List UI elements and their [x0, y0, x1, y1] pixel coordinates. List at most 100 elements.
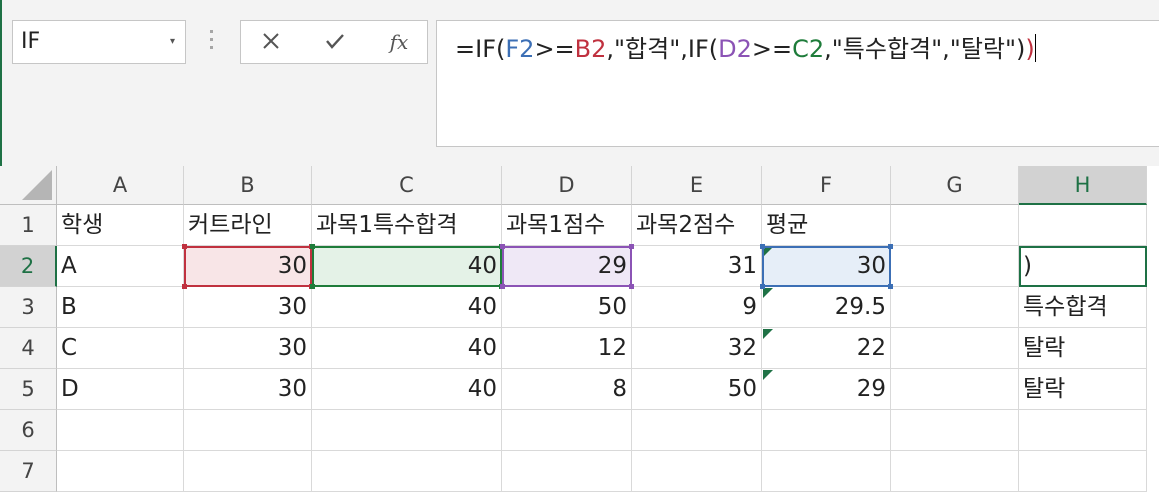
cell-value: 평균 — [766, 212, 809, 238]
row-header-1[interactable]: 1 — [0, 205, 57, 246]
column-header-b[interactable]: B — [184, 166, 312, 205]
row-header-4[interactable]: 4 — [0, 328, 57, 369]
cell-h5[interactable]: 탈락 — [1019, 369, 1147, 410]
cell-a2[interactable]: A — [57, 246, 184, 287]
cell-a1[interactable]: 학생 — [57, 205, 184, 246]
cell-h4[interactable]: 탈락 — [1019, 328, 1147, 369]
column-header-c[interactable]: C — [312, 166, 502, 205]
cell-c4[interactable]: 40 — [312, 328, 502, 369]
cell-a3[interactable]: B — [57, 287, 184, 328]
cell-c5[interactable]: 40 — [312, 369, 502, 410]
cell-value: 40 — [467, 376, 497, 402]
column-header-d[interactable]: D — [502, 166, 632, 205]
cell-g4[interactable] — [891, 328, 1019, 369]
cell-a7[interactable] — [57, 451, 184, 492]
row-header-6[interactable]: 6 — [0, 410, 57, 451]
cell-d2[interactable]: 29 — [502, 246, 632, 287]
formula-part: >= — [751, 35, 793, 63]
cell-g1[interactable] — [891, 205, 1019, 246]
column-header-a[interactable]: A — [57, 166, 184, 205]
cell-c7[interactable] — [312, 451, 502, 492]
name-box[interactable]: IF ▾ — [12, 20, 186, 64]
cell-d1[interactable]: 과목1점수 — [502, 205, 632, 246]
cell-e6[interactable] — [632, 410, 762, 451]
cell-g6[interactable] — [891, 410, 1019, 451]
insert-function-icon[interactable]: fx — [377, 21, 421, 63]
cell-b1[interactable]: 커트라인 — [184, 205, 312, 246]
chevron-down-icon[interactable]: ▾ — [170, 21, 175, 63]
cell-b5[interactable]: 30 — [184, 369, 312, 410]
formula-part: B2 — [574, 35, 607, 63]
select-all-corner[interactable] — [0, 166, 57, 205]
column-header-g[interactable]: G — [891, 166, 1019, 205]
cell-h3[interactable]: 특수합격 — [1019, 287, 1147, 328]
cell-g2[interactable] — [891, 246, 1019, 287]
name-box-value: IF — [21, 29, 41, 54]
cell-b3[interactable]: 30 — [184, 287, 312, 328]
formula-buttons: fx — [240, 20, 428, 64]
cell-value: ) — [1023, 253, 1032, 279]
cell-e2[interactable]: 31 — [632, 246, 762, 287]
cell-b7[interactable] — [184, 451, 312, 492]
cell-f5[interactable]: 29 — [762, 369, 891, 410]
cell-f1[interactable]: 평균 — [762, 205, 891, 246]
row-header-7[interactable]: 7 — [0, 451, 57, 492]
cell-h6[interactable] — [1019, 410, 1147, 451]
cell-e1[interactable]: 과목2점수 — [632, 205, 762, 246]
cell-value: 32 — [727, 335, 757, 361]
error-indicator-icon[interactable] — [763, 247, 773, 257]
cell-value: C — [61, 335, 78, 361]
error-indicator-icon[interactable] — [763, 329, 773, 339]
cell-g3[interactable] — [891, 287, 1019, 328]
cell-c3[interactable]: 40 — [312, 287, 502, 328]
row-header-5[interactable]: 5 — [0, 369, 57, 410]
cell-c6[interactable] — [312, 410, 502, 451]
cell-f6[interactable] — [762, 410, 891, 451]
cell-value: 29 — [597, 253, 627, 279]
cell-h7[interactable] — [1019, 451, 1147, 492]
cell-f3[interactable]: 29.5 — [762, 287, 891, 328]
cell-value: D — [61, 376, 79, 402]
cell-e3[interactable]: 9 — [632, 287, 762, 328]
column-header-h[interactable]: H — [1019, 166, 1147, 205]
cell-value: 과목1특수합격 — [316, 212, 458, 238]
close-icon[interactable] — [249, 21, 293, 63]
formula-part: ,"특수합격","탈락") — [824, 35, 1026, 63]
cell-value: 30 — [277, 253, 307, 279]
cell-h1[interactable] — [1019, 205, 1147, 246]
error-indicator-icon[interactable] — [763, 370, 773, 380]
row-header-3[interactable]: 3 — [0, 287, 57, 328]
checkmark-icon[interactable] — [313, 21, 357, 63]
cell-g7[interactable] — [891, 451, 1019, 492]
column-header-f[interactable]: F — [762, 166, 891, 205]
cell-a5[interactable]: D — [57, 369, 184, 410]
row-header-2[interactable]: 2 — [0, 246, 57, 287]
error-indicator-icon[interactable] — [763, 288, 773, 298]
cell-value: 30 — [856, 253, 886, 279]
cell-value: 40 — [467, 335, 497, 361]
cell-h2[interactable]: ) — [1019, 246, 1147, 287]
cell-e4[interactable]: 32 — [632, 328, 762, 369]
cell-d7[interactable] — [502, 451, 632, 492]
cell-e7[interactable] — [632, 451, 762, 492]
cell-f7[interactable] — [762, 451, 891, 492]
cell-d3[interactable]: 50 — [502, 287, 632, 328]
cell-d4[interactable]: 12 — [502, 328, 632, 369]
cell-d6[interactable] — [502, 410, 632, 451]
cell-b6[interactable] — [184, 410, 312, 451]
grip-icon[interactable] — [209, 30, 215, 56]
column-header-e[interactable]: E — [632, 166, 762, 205]
cell-c2[interactable]: 40 — [312, 246, 502, 287]
cell-c1[interactable]: 과목1특수합격 — [312, 205, 502, 246]
cell-g5[interactable] — [891, 369, 1019, 410]
cell-b2[interactable]: 30 — [184, 246, 312, 287]
cell-e5[interactable]: 50 — [632, 369, 762, 410]
cell-a4[interactable]: C — [57, 328, 184, 369]
cell-b4[interactable]: 30 — [184, 328, 312, 369]
cell-a6[interactable] — [57, 410, 184, 451]
formula-part: ) — [1025, 35, 1035, 63]
cell-d5[interactable]: 8 — [502, 369, 632, 410]
formula-input[interactable]: =IF(F2>=B2,"합격",IF(D2>=C2,"특수합격","탈락")) — [436, 20, 1159, 147]
cell-f4[interactable]: 22 — [762, 328, 891, 369]
cell-f2[interactable]: 30 — [762, 246, 891, 287]
